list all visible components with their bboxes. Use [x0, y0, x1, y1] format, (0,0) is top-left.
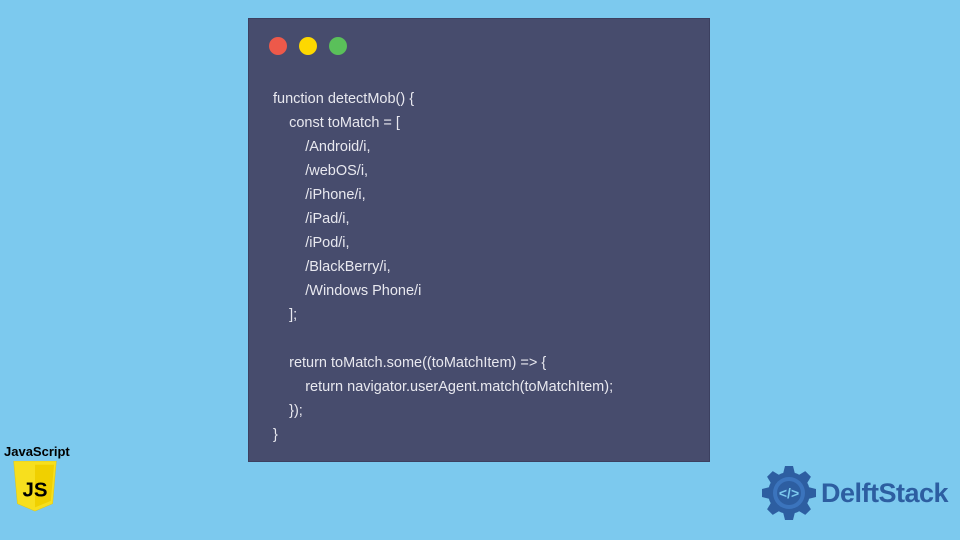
javascript-shield-icon: JS	[10, 461, 60, 513]
delftstack-logo: </> DelftStack	[760, 464, 948, 522]
javascript-label: JavaScript	[4, 444, 84, 459]
close-icon[interactable]	[269, 37, 287, 55]
delftstack-text: DelftStack	[821, 478, 948, 509]
maximize-icon[interactable]	[329, 37, 347, 55]
javascript-badge: JavaScript JS	[4, 444, 84, 518]
code-window: function detectMob() { const toMatch = […	[248, 18, 710, 462]
svg-text:</>: </>	[779, 485, 799, 501]
window-traffic-lights	[249, 19, 709, 65]
minimize-icon[interactable]	[299, 37, 317, 55]
code-block: function detectMob() { const toMatch = […	[249, 65, 709, 447]
js-shield-text: JS	[23, 479, 48, 501]
delftstack-gear-icon: </>	[760, 464, 818, 522]
